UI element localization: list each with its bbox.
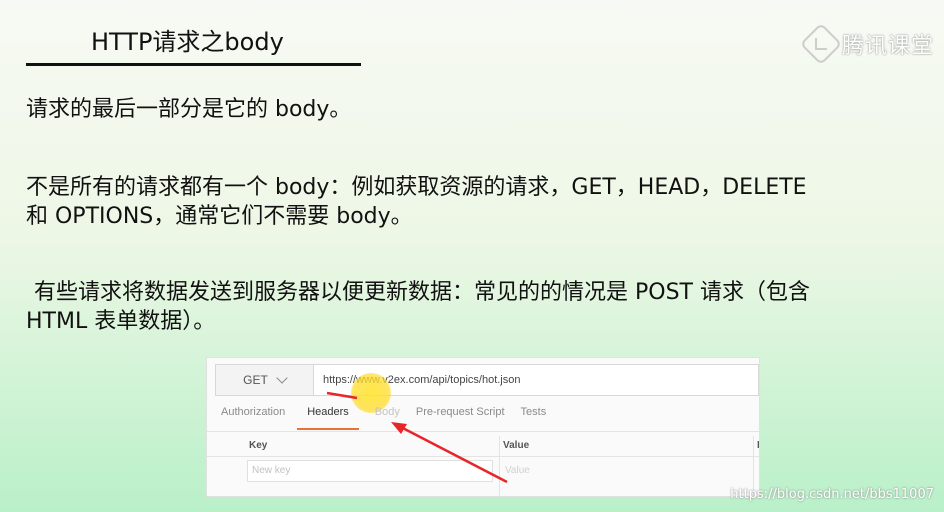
title-underline (26, 63, 361, 66)
tencent-classroom-logo: 腾讯课堂 (799, 22, 934, 66)
annotation-overlay (326, 391, 508, 484)
play-logo-icon (799, 22, 843, 66)
postman-screenshot: GET https://www.v2ex.com/api/topics/hot.… (206, 357, 760, 497)
paragraph-3-line-2: HTML 表单数据）。 (26, 309, 216, 334)
slide-title: HTTP请求之body (91, 28, 284, 56)
paragraph-2: 不是所有的请求都有一个 body：例如获取资源的请求，GET，HEAD，DELE… (26, 173, 807, 231)
watermark: https://blog.csdn.net/bbs11007 (730, 487, 934, 502)
logo-text: 腾讯课堂 (841, 34, 934, 59)
paragraph-3-line-1: 有些请求将数据发送到服务器以便更新数据：常见的的情况是 POST 请求（包含 (34, 280, 810, 305)
paragraph-2-line-2: 和 OPTIONS，通常它们不需要 body。 (26, 204, 413, 229)
annotation-underline (326, 391, 358, 400)
paragraph-1: 请求的最后一部分是它的 body。 (26, 97, 352, 122)
paragraph-2-line-1: 不是所有的请求都有一个 body：例如获取资源的请求，GET，HEAD，DELE… (26, 175, 807, 200)
annotation-arrow (394, 422, 508, 484)
paragraph-3: 有些请求将数据发送到服务器以便更新数据：常见的的情况是 POST 请求（包含 H… (26, 278, 810, 336)
